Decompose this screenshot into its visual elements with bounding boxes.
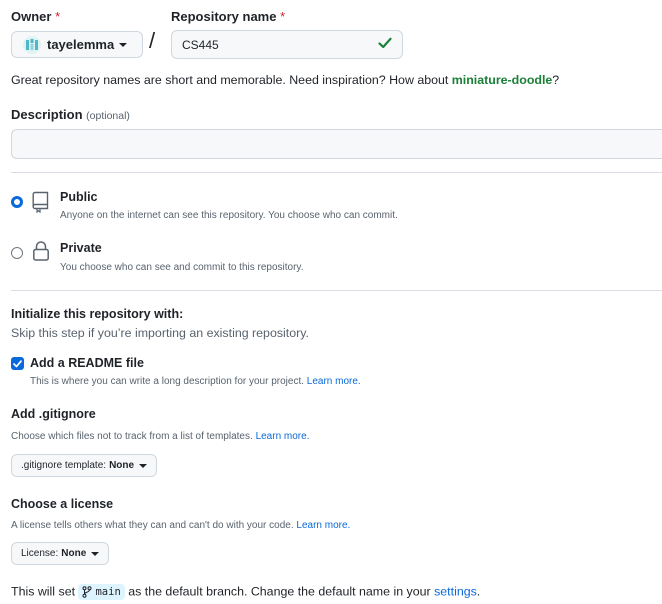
gitignore-title: Add .gitignore (11, 407, 96, 421)
license-button[interactable]: License: None (11, 542, 110, 565)
license-description: A license tells others what they can and… (11, 520, 351, 531)
repository-name-hint: Great repository names are short and mem… (11, 73, 560, 87)
triangle-down-icon (119, 42, 128, 47)
gitignore-template-button[interactable]: .gitignore template: None (11, 454, 158, 477)
branch-name: main (95, 586, 121, 598)
divider (11, 290, 662, 291)
repo-name-label: Repository name * (171, 9, 286, 24)
triangle-down-icon (139, 463, 148, 468)
readme-description: This is where you can write a long descr… (30, 376, 361, 387)
repository-name-input[interactable] (171, 30, 403, 59)
license-learn-more-link[interactable]: Learn more. (296, 520, 350, 531)
check-icon (13, 359, 22, 367)
description-input[interactable] (11, 129, 662, 159)
description-label: Description (optional) (11, 107, 130, 122)
public-description: Anyone on the internet can see this repo… (60, 210, 398, 221)
settings-link[interactable]: settings (434, 584, 477, 598)
optional-hint: (optional) (86, 110, 130, 122)
required-mark: * (55, 9, 61, 24)
required-mark: * (280, 9, 286, 24)
license-title: Choose a license (11, 497, 114, 511)
divider (11, 172, 662, 173)
gitignore-description: Choose which files not to track from a l… (11, 431, 310, 442)
public-title: Public (60, 190, 98, 204)
lock-icon (33, 241, 49, 261)
triangle-down-icon (91, 551, 100, 556)
check-icon (378, 37, 392, 49)
identicon-avatar (23, 35, 41, 54)
readme-label: Add a README file (30, 356, 144, 370)
repo-icon (32, 191, 49, 213)
branch-badge: main (78, 584, 125, 600)
public-radio[interactable] (11, 196, 23, 208)
owner-label: Owner * (11, 9, 61, 24)
private-radio[interactable] (11, 247, 23, 259)
gitignore-learn-more-link[interactable]: Learn more. (256, 431, 310, 442)
name-suggestion-link[interactable]: miniature-doodle (452, 73, 553, 87)
readme-checkbox[interactable] (11, 357, 24, 370)
init-title: Initialize this repository with: (11, 307, 184, 321)
owner-name: tayelemma (47, 37, 115, 52)
private-title: Private (60, 241, 102, 255)
identicon-icon (26, 38, 38, 50)
private-description: You choose who can see and commit to thi… (60, 262, 304, 273)
default-branch-note: This will set main as the default branch… (11, 584, 481, 600)
git-branch-icon (82, 586, 92, 598)
readme-learn-more-link[interactable]: Learn more. (307, 376, 361, 387)
owner-dropdown-button[interactable]: tayelemma (11, 31, 143, 58)
init-subtitle: Skip this step if you’re importing an ex… (11, 326, 309, 340)
owner-repo-separator: / (149, 28, 156, 53)
